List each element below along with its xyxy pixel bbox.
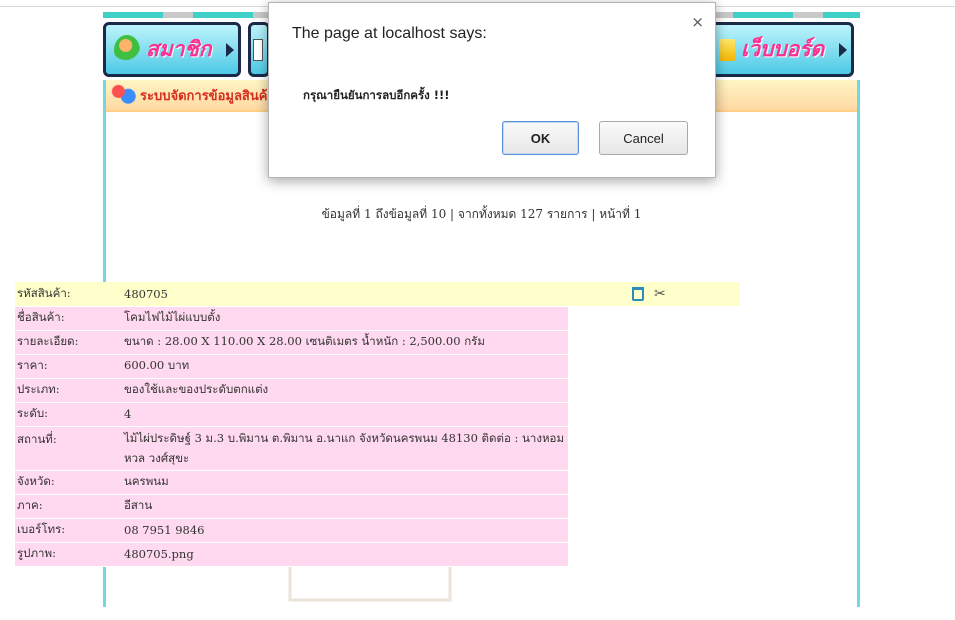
field-value: 480705 xyxy=(122,282,568,307)
field-label: ระดับ: xyxy=(15,402,122,427)
field-label: สถานที่: xyxy=(15,426,122,471)
field-value: 08 7951 9846 xyxy=(122,518,568,543)
nav-member-label: สมาชิก xyxy=(146,36,212,61)
field-label: รหัสสินค้า: xyxy=(15,282,122,307)
field-value: นครพนม xyxy=(122,470,568,495)
table-row: รหัสสินค้า: 480705 ✂ xyxy=(15,282,740,307)
pagination-summary: ข้อมูลที่ 1 ถึงข้อมูลที่ 10 | จากทั้งหมด… xyxy=(321,207,642,221)
edit-tools-icon[interactable]: ✂ xyxy=(654,287,666,301)
members-icon xyxy=(114,34,140,65)
field-value: ไม้ไผ่ประดิษฐ์ 3 ม.3 บ.พิมาน ต.พิมาน อ.น… xyxy=(122,426,568,471)
field-value: ของใช้และของประดับตกแต่ง xyxy=(122,378,568,403)
trash-icon[interactable] xyxy=(632,286,644,301)
cancel-button[interactable]: Cancel xyxy=(599,121,688,155)
table-row: ประเภท: ของใช้และของประดับตกแต่ง xyxy=(15,378,740,403)
arrow-right-icon xyxy=(839,43,847,57)
field-label: รายละเอียด: xyxy=(15,330,122,355)
field-value: 4 xyxy=(122,402,568,427)
field-label: จังหวัด: xyxy=(15,470,122,495)
webboard-icon xyxy=(719,38,735,61)
panel-heading: ระบบจัดการข้อมูลสินค้า xyxy=(140,88,275,104)
table-row: สถานที่: ไม้ไผ่ประดิษฐ์ 3 ม.3 บ.พิมาน ต.… xyxy=(15,426,740,471)
nav-webboard-label: เว็บบอร์ด xyxy=(741,36,825,61)
nav-item-hidden[interactable] xyxy=(248,22,270,77)
field-label: รูปภาพ: xyxy=(15,542,122,567)
arrow-right-icon xyxy=(226,43,234,57)
field-value: อีสาน xyxy=(122,494,568,519)
users-icon xyxy=(110,83,138,107)
nav-webboard-button[interactable]: เว็บบอร์ด xyxy=(708,22,854,77)
table-row: ราคา: 600.00 บาท xyxy=(15,354,740,379)
field-label: ภาค: xyxy=(15,494,122,519)
confirm-dialog: The page at localhost says: × กรุณายืนยั… xyxy=(268,2,716,178)
nav-member-button[interactable]: สมาชิก xyxy=(103,22,241,77)
table-row: ภาค: อีสาน xyxy=(15,494,740,519)
dialog-message: กรุณายืนยันการลบอีกครั้ง !!! xyxy=(303,88,450,102)
product-detail-table: รหัสสินค้า: 480705 ✂ ชื่อสินค้า: โคมไฟไม… xyxy=(15,282,740,567)
field-value: โคมไฟไม้ไผ่แบบตั้ง xyxy=(122,306,568,331)
table-row: ชื่อสินค้า: โคมไฟไม้ไผ่แบบตั้ง xyxy=(15,306,740,331)
dialog-title: The page at localhost says: xyxy=(292,25,487,42)
table-row: รายละเอียด: ขนาด : 28.00 X 110.00 X 28.0… xyxy=(15,330,740,355)
field-label: เบอร์โทร: xyxy=(15,518,122,543)
field-value: 600.00 บาท xyxy=(122,354,568,379)
table-row: จังหวัด: นครพนม xyxy=(15,470,740,495)
table-row: ระดับ: 4 xyxy=(15,402,740,427)
field-value: ขนาด : 28.00 X 110.00 X 28.00 เซนติเมตร … xyxy=(122,330,568,355)
document-icon xyxy=(253,38,263,61)
close-icon[interactable]: × xyxy=(691,13,704,31)
field-value: 480705.png xyxy=(122,542,568,567)
ok-button[interactable]: OK xyxy=(502,121,579,155)
table-row: เบอร์โทร: 08 7951 9846 xyxy=(15,518,740,543)
row-actions: ✂ xyxy=(568,282,740,307)
field-label: ชื่อสินค้า: xyxy=(15,306,122,331)
field-label: ประเภท: xyxy=(15,378,122,403)
table-row: รูปภาพ: 480705.png xyxy=(15,542,740,567)
field-label: ราคา: xyxy=(15,354,122,379)
